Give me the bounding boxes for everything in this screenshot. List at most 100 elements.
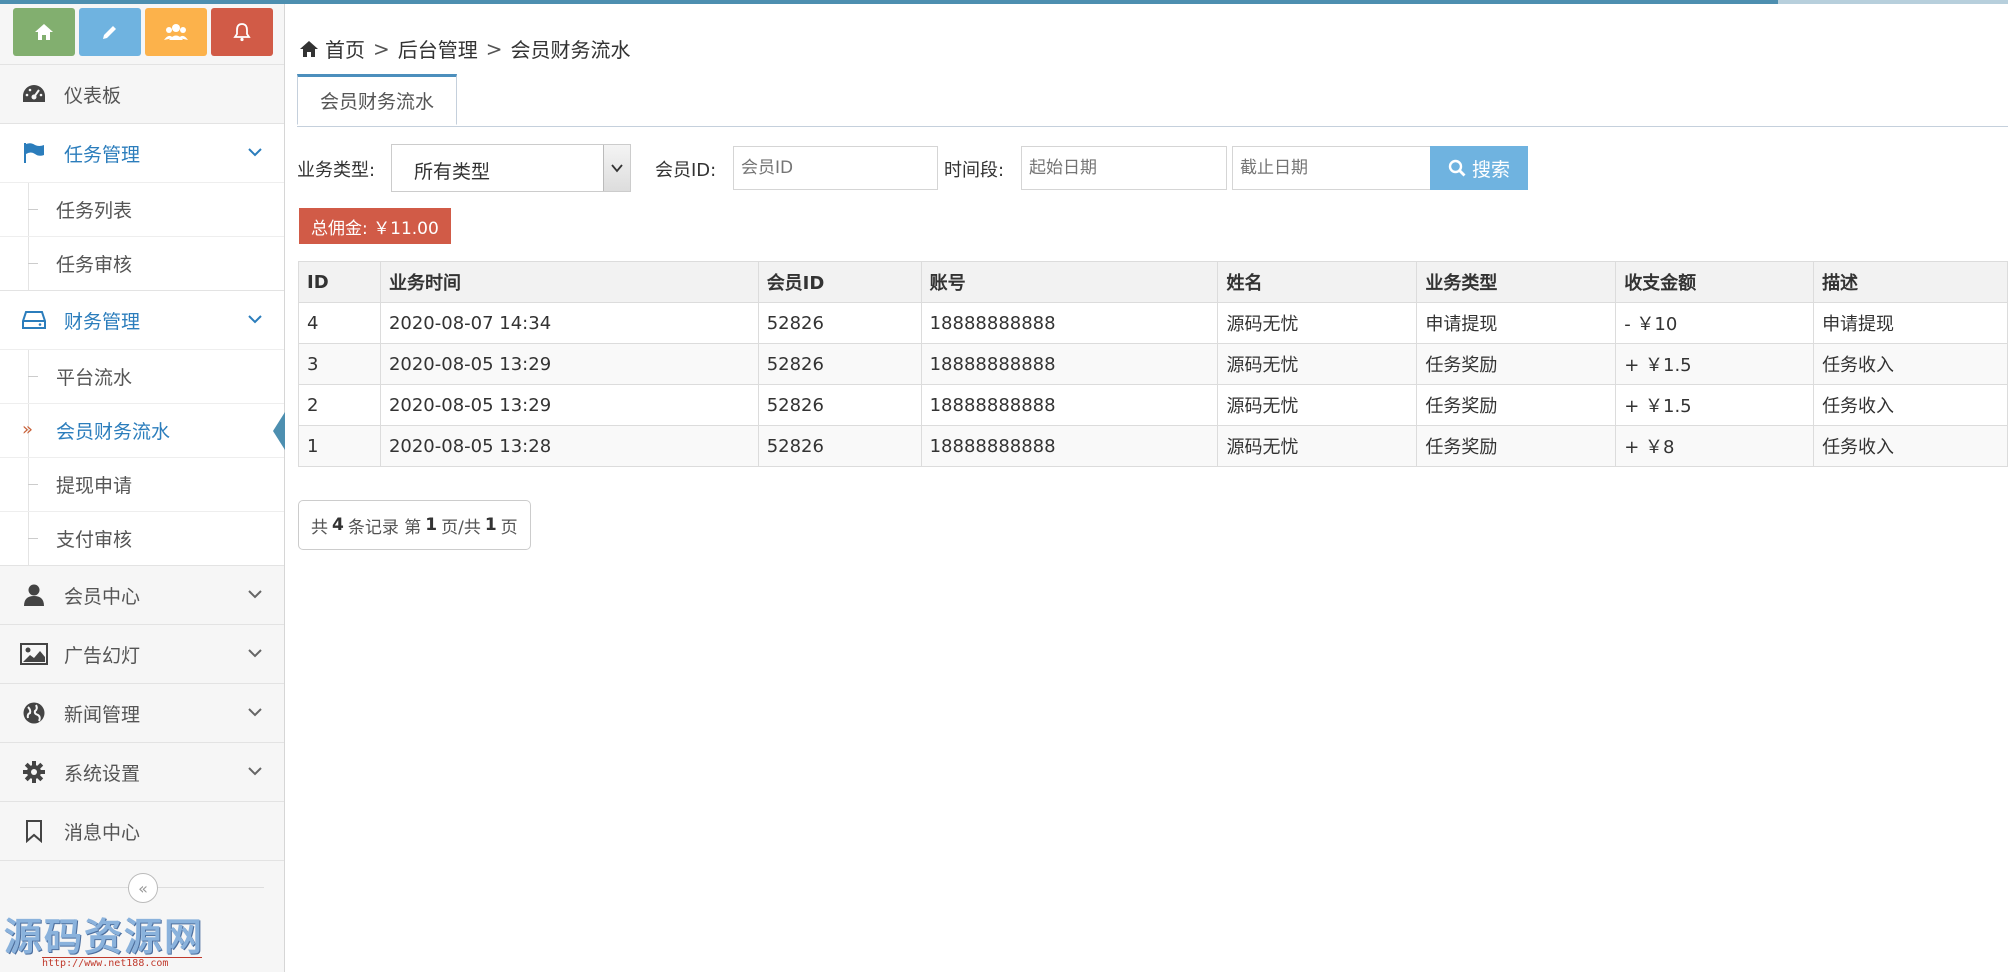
table-cell: 18888888888 bbox=[920, 343, 1219, 385]
sidebar: 仪表板 任务管理 任务列表 任务审核 财务管理 平台流水 » 会员财务流水 提现… bbox=[0, 4, 285, 972]
table-cell: + ￥1.5 bbox=[1615, 343, 1815, 385]
shortcut-bar bbox=[0, 4, 284, 64]
filter-bar: 业务类型: 所有类型 会员ID: 时间段: 搜索 bbox=[297, 142, 1997, 194]
table-cell: 源码无忧 bbox=[1217, 343, 1418, 385]
home-icon bbox=[300, 40, 318, 57]
shortcut-users-button[interactable] bbox=[145, 8, 207, 56]
column-header: 姓名 bbox=[1217, 261, 1418, 303]
sidebar-subitem-label: 任务审核 bbox=[56, 254, 133, 276]
table-header-row: ID 业务时间 会员ID 账号 姓名 业务类型 收支金额 描述 bbox=[298, 261, 2008, 303]
breadcrumb-current: 会员财务流水 bbox=[510, 38, 631, 62]
table-cell: + ￥1.5 bbox=[1615, 384, 1815, 426]
table-cell: 2020-08-05 13:28 bbox=[379, 425, 759, 467]
table-row: 4 2020-08-07 14:34 52826 18888888888 源码无… bbox=[298, 302, 2008, 344]
shortcut-home-button[interactable] bbox=[13, 8, 75, 56]
column-header: 会员ID bbox=[757, 261, 922, 303]
picture-icon bbox=[20, 640, 48, 668]
search-button[interactable]: 搜索 bbox=[1430, 146, 1528, 190]
table-cell: 2020-08-05 13:29 bbox=[379, 343, 759, 385]
sidebar-subitem-label: 提现申请 bbox=[56, 475, 133, 497]
time-period-label: 时间段: bbox=[944, 160, 1005, 181]
watermark-logo: 源码资源网 http://www.net188.com bbox=[4, 906, 224, 969]
table-cell: 1 bbox=[298, 425, 381, 467]
table-cell: + ￥8 bbox=[1615, 425, 1815, 467]
sidebar-subitem-payment-review[interactable]: 支付审核 bbox=[0, 511, 284, 565]
pager-text: 共 bbox=[311, 517, 328, 538]
sidebar-subitem-withdraw-request[interactable]: 提现申请 bbox=[0, 457, 284, 511]
sidebar-item-label: 仪表板 bbox=[64, 84, 122, 107]
table-cell: 2020-08-07 14:34 bbox=[379, 302, 759, 344]
chevron-down-icon bbox=[248, 590, 262, 599]
table-cell: 18888888888 bbox=[920, 384, 1219, 426]
active-indicator bbox=[273, 412, 285, 450]
breadcrumb-home-link[interactable]: 首页 bbox=[325, 34, 365, 63]
sidebar-subitem-label: 会员财务流水 bbox=[56, 421, 171, 443]
sidebar-subitem-task-review[interactable]: 任务审核 bbox=[0, 236, 284, 290]
drive-icon bbox=[20, 306, 48, 334]
home-icon bbox=[35, 24, 53, 40]
business-type-selected: 所有类型 bbox=[414, 161, 491, 183]
bookmark-icon bbox=[20, 817, 48, 845]
dashboard-icon bbox=[20, 80, 48, 108]
table-cell: 任务收入 bbox=[1813, 343, 2008, 385]
breadcrumb: 首页 > 后台管理 > 会员财务流水 bbox=[299, 34, 631, 63]
sidebar-subitem-member-finance-flow[interactable]: » 会员财务流水 bbox=[0, 403, 285, 457]
gear-icon bbox=[20, 758, 48, 786]
sidebar-subitem-task-list[interactable]: 任务列表 bbox=[0, 182, 284, 236]
table-cell: 源码无忧 bbox=[1217, 302, 1418, 344]
table-cell: 3 bbox=[298, 343, 381, 385]
table-cell: 源码无忧 bbox=[1217, 425, 1418, 467]
shortcut-bell-button[interactable] bbox=[211, 8, 273, 56]
sidebar-item-news[interactable]: 新闻管理 bbox=[0, 683, 284, 742]
tab-bar: 会员财务流水 bbox=[297, 74, 2008, 127]
sidebar-item-member[interactable]: 会员中心 bbox=[0, 565, 284, 624]
breadcrumb-admin-link[interactable]: 后台管理 bbox=[398, 34, 478, 63]
double-angle-right-icon: » bbox=[22, 419, 34, 440]
chevron-down-icon bbox=[248, 649, 262, 658]
table-cell: 任务收入 bbox=[1813, 425, 2008, 467]
chevron-down-icon bbox=[248, 767, 262, 776]
chevron-down-icon bbox=[248, 315, 262, 324]
sidebar-nav: 仪表板 任务管理 任务列表 任务审核 财务管理 平台流水 » 会员财务流水 提现… bbox=[0, 64, 285, 860]
sidebar-item-settings[interactable]: 系统设置 bbox=[0, 742, 284, 801]
sidebar-item-label: 新闻管理 bbox=[64, 703, 141, 726]
end-date-input[interactable] bbox=[1232, 146, 1438, 190]
double-angle-left-icon[interactable]: « bbox=[128, 873, 158, 903]
sidebar-collapse: « bbox=[0, 860, 284, 911]
sidebar-item-messages[interactable]: 消息中心 bbox=[0, 801, 284, 860]
table-cell: 任务奖励 bbox=[1416, 425, 1617, 467]
member-id-input[interactable] bbox=[733, 146, 938, 190]
sidebar-subitem-platform-flow[interactable]: 平台流水 bbox=[0, 349, 284, 403]
breadcrumb-separator: > bbox=[373, 36, 390, 61]
total-commission-badge: 总佣金: ￥11.00 bbox=[299, 208, 451, 244]
sidebar-item-label: 系统设置 bbox=[64, 762, 141, 785]
search-icon bbox=[1448, 159, 1466, 177]
pager-current-page: 1 bbox=[425, 515, 438, 535]
sidebar-item-task[interactable]: 任务管理 bbox=[0, 123, 284, 182]
sidebar-item-dashboard[interactable]: 仪表板 bbox=[0, 64, 284, 123]
table-cell: 52826 bbox=[757, 343, 922, 385]
column-header: ID bbox=[298, 261, 381, 303]
sidebar-item-ads[interactable]: 广告幻灯 bbox=[0, 624, 284, 683]
pagination-info: 共 4 条记录 第 1 页/共 1 页 bbox=[298, 500, 531, 550]
sidebar-item-finance[interactable]: 财务管理 bbox=[0, 290, 284, 349]
tab-member-finance-flow[interactable]: 会员财务流水 bbox=[297, 74, 457, 125]
column-header: 业务时间 bbox=[379, 261, 759, 303]
sidebar-item-label: 会员中心 bbox=[64, 585, 141, 608]
member-id-label: 会员ID: bbox=[655, 160, 717, 181]
flag-icon bbox=[20, 139, 48, 167]
business-type-select[interactable]: 所有类型 bbox=[391, 144, 631, 192]
column-header: 账号 bbox=[920, 261, 1219, 303]
table-cell: 18888888888 bbox=[920, 425, 1219, 467]
sidebar-item-label: 广告幻灯 bbox=[64, 644, 141, 667]
table-cell: 2 bbox=[298, 384, 381, 426]
sidebar-item-label: 任务管理 bbox=[64, 143, 141, 166]
globe-icon bbox=[20, 699, 48, 727]
table-cell: 52826 bbox=[757, 302, 922, 344]
sidebar-subitem-label: 任务列表 bbox=[56, 200, 133, 222]
table-cell: 2020-08-05 13:29 bbox=[379, 384, 759, 426]
shortcut-edit-button[interactable] bbox=[79, 8, 141, 56]
start-date-input[interactable] bbox=[1021, 146, 1227, 190]
users-icon bbox=[164, 24, 188, 40]
finance-flow-table: ID 业务时间 会员ID 账号 姓名 业务类型 收支金额 描述 4 2020-0… bbox=[298, 261, 2008, 467]
